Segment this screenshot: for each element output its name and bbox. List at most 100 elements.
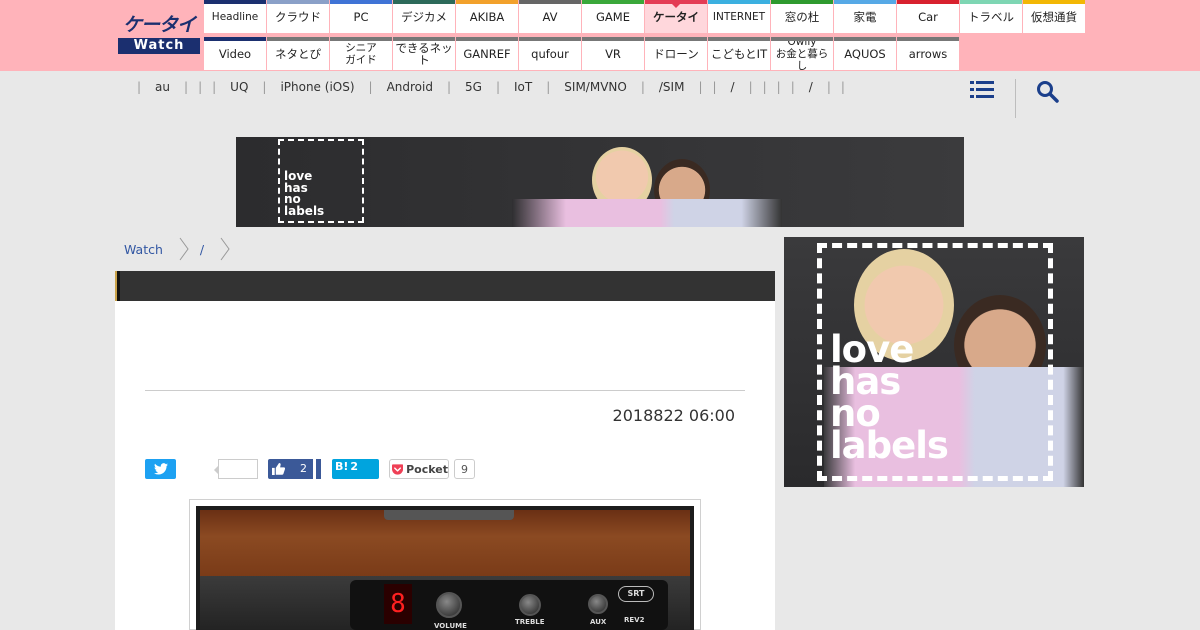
banner-text: love has no labels [284, 170, 325, 218]
nav-item-color-bar [456, 0, 518, 4]
nav-item-row2-6[interactable]: VR [582, 37, 644, 70]
nav-item-label: こどもとIT [710, 46, 768, 61]
nav-item-row1-3[interactable]: デジカメ [393, 0, 455, 33]
banner-text-line: labels [284, 203, 325, 218]
photo-srt-badge: SRT [618, 586, 654, 602]
article-photo[interactable]: 8 VOLUME TREBLE AUX REV2 SRT [189, 499, 701, 630]
nav-item-row2-3[interactable]: できるネット [393, 37, 455, 70]
subnav-separator: | [698, 80, 703, 94]
chevron-right-icon [179, 237, 189, 261]
nav-item-row1-9[interactable]: 窓の杜 [771, 0, 833, 33]
amplifier-photo: 8 VOLUME TREBLE AUX REV2 SRT [196, 506, 694, 630]
twitter-share-button[interactable] [145, 459, 176, 479]
nav-item-row1-4[interactable]: AKIBA [456, 0, 518, 33]
nav-item-row2-7[interactable]: ドローン [645, 37, 707, 70]
subnav-separator: | [546, 80, 551, 94]
nav-item-row2-8[interactable]: こどもとIT [708, 37, 770, 70]
nav-item-row1-1[interactable]: クラウド [267, 0, 329, 33]
subnav-link[interactable]: / [722, 80, 744, 94]
side-ad-text-line: labels [830, 424, 949, 467]
nav-item-row1-5[interactable]: AV [519, 0, 581, 33]
subnav-link[interactable]: 5G [456, 80, 491, 94]
subnav-link[interactable]: IoT [505, 80, 541, 94]
nav-item-row2-11[interactable]: arrows [897, 37, 959, 70]
subnav-separator: | [184, 80, 189, 94]
pocket-icon [392, 463, 404, 475]
subnav-link[interactable]: Android [378, 80, 442, 94]
nav-item-row2-5[interactable]: qufour [519, 37, 581, 70]
hatena-label: B! [335, 460, 349, 473]
nav-item-color-bar [708, 37, 770, 41]
nav-item-color-bar [1023, 0, 1085, 4]
nav-item-row1-13[interactable]: 仮想通貨 [1023, 0, 1085, 33]
twitter-bird-icon [153, 463, 168, 475]
nav-item-label: ネタとぴ [275, 46, 321, 61]
hatena-count: 2 [350, 460, 359, 473]
breadcrumb-section[interactable]: / [200, 242, 204, 257]
article-main: 2018822 06:00 2 B! 2 Pocket 9 8 VOLUME T… [115, 271, 775, 630]
hatena-bookmark-button[interactable]: B! 2 [332, 459, 379, 479]
nav-item-row1-12[interactable]: トラベル [960, 0, 1022, 33]
subnav-link[interactable]: UQ [221, 80, 257, 94]
nav-item-row1-0[interactable]: Headline [204, 0, 266, 33]
nav-item-label: arrows [908, 46, 948, 61]
nav-item-color-bar [645, 0, 707, 4]
nav-item-color-bar [393, 37, 455, 41]
nav-item-color-bar [834, 37, 896, 41]
photo-volume-knob [436, 592, 462, 618]
nav-item-label: Video [218, 46, 252, 61]
nav-item-label: Headline [211, 10, 259, 23]
nav-item-row1-6[interactable]: GAME [582, 0, 644, 33]
sidebar-ad[interactable]: love has no labels [784, 237, 1084, 487]
nav-item-label: ケータイ [653, 9, 699, 24]
nav-item-label: シニア ガイド [345, 41, 377, 66]
nav-item-row1-11[interactable]: Car [897, 0, 959, 33]
nav-item-label: ドローン [653, 46, 699, 61]
site-nav-row-2: Video ネタとぴ シニア ガイド できるネット GANREF qufour VR ドローン… [204, 36, 1086, 72]
breadcrumb-home[interactable]: Watch [124, 242, 163, 257]
nav-item-row2-4[interactable]: GANREF [456, 37, 518, 70]
subnav-separator: | [198, 80, 203, 94]
site-nav-row-1: Headline クラウド PC デジカメ AKIBA AV GAME ケータイ INTERNE… [204, 0, 1086, 33]
nav-item-row2-10[interactable]: AQUOS [834, 37, 896, 70]
subnav-separator: | [640, 80, 645, 94]
nav-item-row1-7[interactable]: ケータイ [645, 0, 707, 33]
nav-item-row1-10[interactable]: 家電 [834, 0, 896, 33]
photo-treble-label: TREBLE [515, 618, 545, 626]
nav-item-row1-2[interactable]: PC [330, 0, 392, 33]
pocket-save-button[interactable]: Pocket [389, 459, 449, 479]
search-icon[interactable] [1036, 80, 1060, 104]
nav-item-row2-1[interactable]: ネタとぴ [267, 37, 329, 70]
subnav-separator: | [762, 80, 767, 94]
nav-item-color-bar [519, 37, 581, 41]
top-banner-ad[interactable]: love has no labels [236, 137, 964, 227]
site-logo[interactable]: ケータイ Watch [118, 12, 200, 56]
subnav-separator: | [495, 80, 501, 94]
site-header: ケータイ Watch Headline クラウド PC デジカメ AKIBA AV GAME… [0, 0, 1200, 72]
nav-item-color-bar [582, 0, 644, 4]
nav-item-color-bar [897, 0, 959, 4]
nav-item-color-bar [771, 37, 833, 41]
subnav-link[interactable]: au [146, 80, 179, 94]
subnav-link[interactable]: SIM/MVNO [555, 80, 636, 94]
subnav-link[interactable]: / [800, 80, 822, 94]
category-links: | au | | | UQ | iPhone (iOS) | Android | 5G | IoT | SIM… [132, 80, 850, 94]
nav-item-color-bar [897, 37, 959, 41]
photo-wood-panel [200, 510, 690, 576]
facebook-like-button[interactable]: 2 [268, 459, 321, 479]
nav-item-row2-0[interactable]: Video [204, 37, 266, 70]
nav-item-label: PC [353, 9, 369, 24]
nav-item-row1-8[interactable]: INTERNET [708, 0, 770, 33]
menu-icon[interactable] [970, 80, 994, 100]
nav-item-row2-2[interactable]: シニア ガイド [330, 37, 392, 70]
subnav-link[interactable]: /SIM [650, 80, 694, 94]
pocket-label: Pocket [406, 462, 448, 476]
nav-item-color-bar [393, 0, 455, 4]
nav-item-row2-9[interactable]: Owlly お金と暮らし [771, 36, 833, 72]
nav-item-color-bar [330, 37, 392, 41]
subnav-link[interactable]: iPhone (iOS) [271, 80, 363, 94]
nav-item-label: 家電 [853, 9, 877, 24]
side-ad-text: love has no labels [830, 331, 949, 467]
category-subnav: | au | | | UQ | iPhone (iOS) | Android | 5G | IoT | SIM… [0, 71, 1200, 119]
nav-item-label: トラベル [968, 9, 1014, 24]
